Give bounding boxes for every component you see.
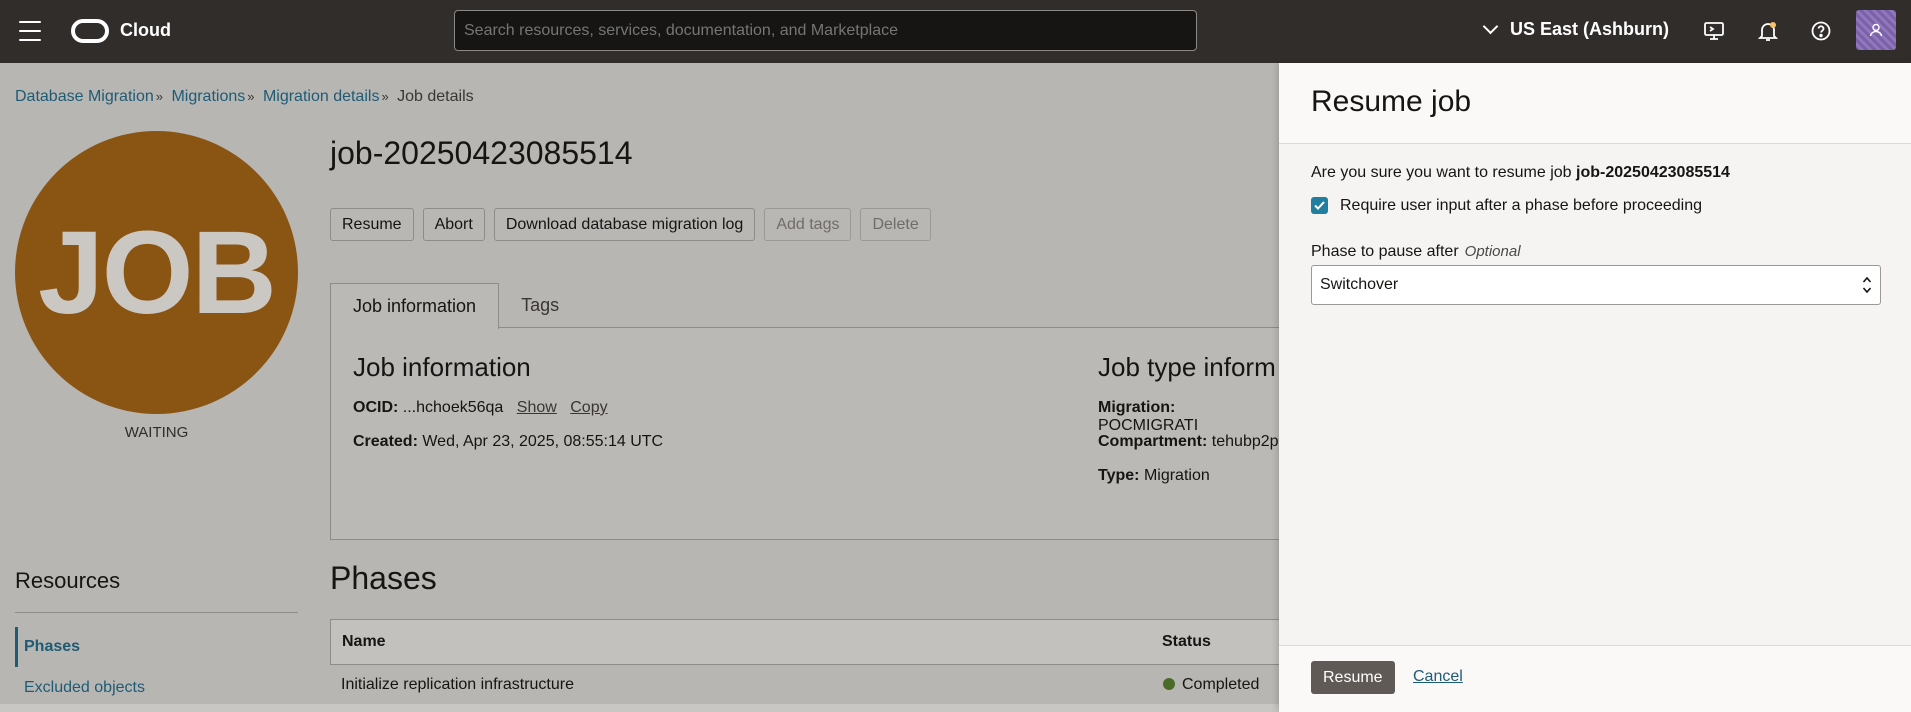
ocid-copy-link[interactable]: Copy bbox=[570, 399, 607, 416]
type-row: Type: Migration bbox=[1098, 467, 1210, 484]
cancel-link[interactable]: Cancel bbox=[1413, 668, 1463, 686]
migration-value[interactable]: POCMIGRATI bbox=[1098, 417, 1198, 434]
breadcrumb-migration-details[interactable]: Migration details bbox=[263, 88, 380, 105]
help-icon[interactable] bbox=[1808, 18, 1834, 44]
top-navigation-bar: Cloud US East (Ashburn) bbox=[0, 0, 1911, 63]
column-header-status[interactable]: Status bbox=[1151, 619, 1280, 665]
resume-button[interactable]: Resume bbox=[330, 208, 414, 241]
type-value: Migration bbox=[1143, 467, 1210, 484]
require-user-input-checkbox[interactable] bbox=[1311, 197, 1328, 214]
created-value: Wed, Apr 23, 2025, 08:55:14 UTC bbox=[422, 433, 664, 450]
add-tags-button[interactable]: Add tags bbox=[764, 208, 852, 241]
tab-tags[interactable]: Tags bbox=[499, 283, 581, 328]
job-type-heading: Job type inform bbox=[1098, 352, 1276, 382]
ocid-show-link[interactable]: Show bbox=[517, 399, 557, 416]
region-label: US East (Ashburn) bbox=[1510, 19, 1670, 39]
ocid-row: OCID: ...hchoek56qa Show Copy bbox=[353, 399, 608, 416]
created-row: Created: Wed, Apr 23, 2025, 08:55:14 UTC bbox=[353, 433, 664, 450]
drawer-title: Resume job bbox=[1311, 85, 1472, 118]
user-icon bbox=[1869, 23, 1883, 37]
resume-job-drawer: Resume job Are you sure you want to resu… bbox=[1279, 63, 1911, 712]
menu-icon[interactable] bbox=[19, 21, 41, 41]
action-toolbar: Resume Abort Download database migration… bbox=[330, 208, 931, 241]
chevron-down-icon bbox=[1482, 18, 1499, 35]
phase-status-cell: Completed bbox=[1152, 665, 1280, 705]
select-value: Switchover bbox=[1320, 276, 1399, 293]
download-log-button[interactable]: Download database migration log bbox=[493, 208, 756, 241]
job-information-heading: Job information bbox=[353, 352, 531, 382]
phase-to-pause-label: Phase to pause after Optional bbox=[1311, 243, 1521, 260]
resource-item-phases[interactable]: Phases bbox=[15, 627, 80, 667]
page-title: job-20250423085514 bbox=[330, 135, 633, 171]
job-state-label: WAITING bbox=[124, 424, 189, 441]
phase-name-cell: Initialize replication infrastructure bbox=[341, 676, 574, 693]
phase-status-text: Completed bbox=[1182, 676, 1260, 693]
phases-title: Phases bbox=[330, 560, 437, 596]
brand-name[interactable]: Cloud bbox=[120, 20, 171, 41]
abort-button[interactable]: Abort bbox=[422, 208, 485, 241]
migration-row: Migration: POCMIGRATI bbox=[1098, 399, 1199, 434]
drawer-body bbox=[1279, 144, 1911, 645]
optional-indicator: Optional bbox=[1464, 243, 1521, 260]
ocid-value: ...hchoek56qa bbox=[402, 399, 504, 416]
horizontal-scrollbar[interactable] bbox=[0, 704, 1279, 712]
breadcrumb-database-migration[interactable]: Database Migration bbox=[15, 88, 154, 105]
job-information-panel: Job information OCID: ...hchoek56qa Show… bbox=[330, 327, 1280, 540]
breadcrumb: Database Migration» Migrations» Migratio… bbox=[15, 88, 474, 105]
confirm-job-name: job-20250423085514 bbox=[1576, 164, 1730, 181]
cloud-logo-icon[interactable] bbox=[71, 19, 109, 43]
detail-tabs: Job information Tags bbox=[330, 283, 581, 329]
compartment-row: Compartment: tehubp2p bbox=[1098, 433, 1279, 450]
resources-title: Resources bbox=[15, 568, 121, 593]
select-arrows-icon bbox=[1862, 276, 1872, 294]
job-badge-text: JOB bbox=[38, 206, 277, 339]
phase-to-pause-select[interactable]: Switchover bbox=[1311, 265, 1881, 305]
user-avatar[interactable] bbox=[1856, 10, 1896, 50]
column-header-name[interactable]: Name bbox=[330, 619, 1152, 665]
confirm-message: Are you sure you want to resume job job-… bbox=[1311, 164, 1730, 181]
breadcrumb-migrations[interactable]: Migrations bbox=[171, 88, 245, 105]
tab-job-information[interactable]: Job information bbox=[330, 283, 500, 329]
resource-item-excluded-objects[interactable]: Excluded objects bbox=[15, 679, 145, 697]
breadcrumb-current: Job details bbox=[397, 88, 474, 105]
drawer-footer: Resume Cancel bbox=[1279, 645, 1911, 712]
search-input[interactable] bbox=[454, 10, 1197, 51]
confirm-resume-button[interactable]: Resume bbox=[1311, 661, 1395, 694]
region-selector[interactable]: US East (Ashburn) bbox=[1482, 18, 1670, 40]
compartment-value: tehubp2p bbox=[1211, 433, 1279, 450]
status-success-icon bbox=[1163, 678, 1175, 690]
cloud-shell-icon[interactable] bbox=[1701, 18, 1727, 44]
delete-button[interactable]: Delete bbox=[860, 208, 931, 241]
checkmark-icon bbox=[1314, 201, 1325, 210]
bell-icon[interactable] bbox=[1755, 18, 1781, 44]
require-user-input-label[interactable]: Require user input after a phase before … bbox=[1340, 197, 1702, 215]
job-status-badge: JOB bbox=[15, 131, 298, 414]
resources-divider bbox=[15, 612, 298, 613]
